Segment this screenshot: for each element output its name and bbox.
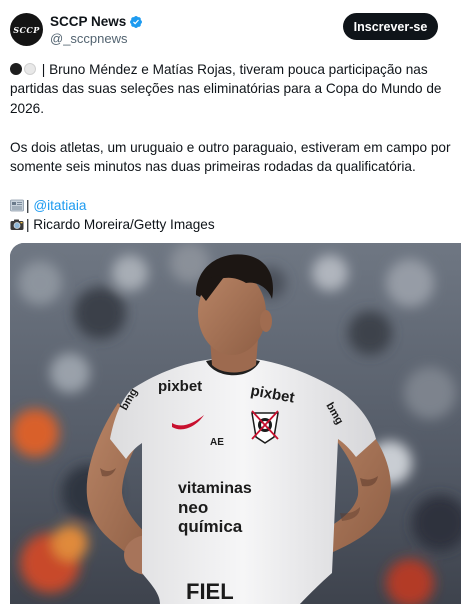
tweet-photo[interactable]: pixbet pixbet bmg bmg AE vitaminas neo q… bbox=[10, 243, 461, 604]
tweet-card: SCCP SCCP News @_sccpnews Inscrever-se |… bbox=[0, 0, 461, 604]
avatar[interactable]: SCCP bbox=[10, 13, 43, 46]
account-name[interactable]: SCCP News bbox=[50, 14, 126, 29]
photo-credit-line: | Ricardo Moreira/Getty Images bbox=[10, 215, 455, 234]
avatar-logo-text: SCCP bbox=[13, 24, 40, 35]
main-sponsor-line3: química bbox=[178, 517, 243, 536]
paragraph-1-text: | Bruno Méndez e Matías Rojas, tiveram p… bbox=[10, 62, 442, 116]
tweet-text: | Bruno Méndez e Matías Rojas, tiveram p… bbox=[10, 60, 455, 235]
paragraph-2: Os dois atletas, um uruguaio e outro par… bbox=[10, 138, 455, 177]
subscribe-button[interactable]: Inscrever-se bbox=[343, 13, 438, 40]
newspaper-emoji-icon bbox=[10, 199, 24, 212]
source-line: | @itatiaia bbox=[10, 196, 455, 215]
verified-badge-icon bbox=[130, 15, 143, 28]
black-circle-emoji-icon bbox=[10, 63, 22, 75]
photo-credit-text: | Ricardo Moreira/Getty Images bbox=[26, 217, 215, 233]
main-sponsor-line1: vitaminas bbox=[178, 480, 252, 497]
account-name-row[interactable]: SCCP News bbox=[50, 14, 143, 29]
credits: | @itatiaia | Ricardo Moreira/Getty Imag… bbox=[10, 196, 455, 235]
sponsor-left-text: pixbet bbox=[158, 378, 202, 395]
paragraph-2-text: Os dois atletas, um uruguaio e outro par… bbox=[10, 139, 451, 175]
brand-logo-text: AE bbox=[210, 437, 224, 448]
player-photo-illustration: pixbet pixbet bmg bmg AE vitaminas neo q… bbox=[10, 243, 461, 604]
camera-emoji-icon bbox=[10, 219, 24, 231]
account-handle[interactable]: @_sccpnews bbox=[50, 31, 128, 46]
main-sponsor-line2: neo bbox=[178, 498, 208, 517]
paragraph-1: | Bruno Méndez e Matías Rojas, tiveram p… bbox=[10, 60, 455, 118]
white-circle-emoji-icon bbox=[24, 63, 36, 75]
bottom-sponsor-text: FIEL bbox=[186, 579, 234, 604]
source-mention-link[interactable]: @itatiaia bbox=[33, 198, 86, 213]
